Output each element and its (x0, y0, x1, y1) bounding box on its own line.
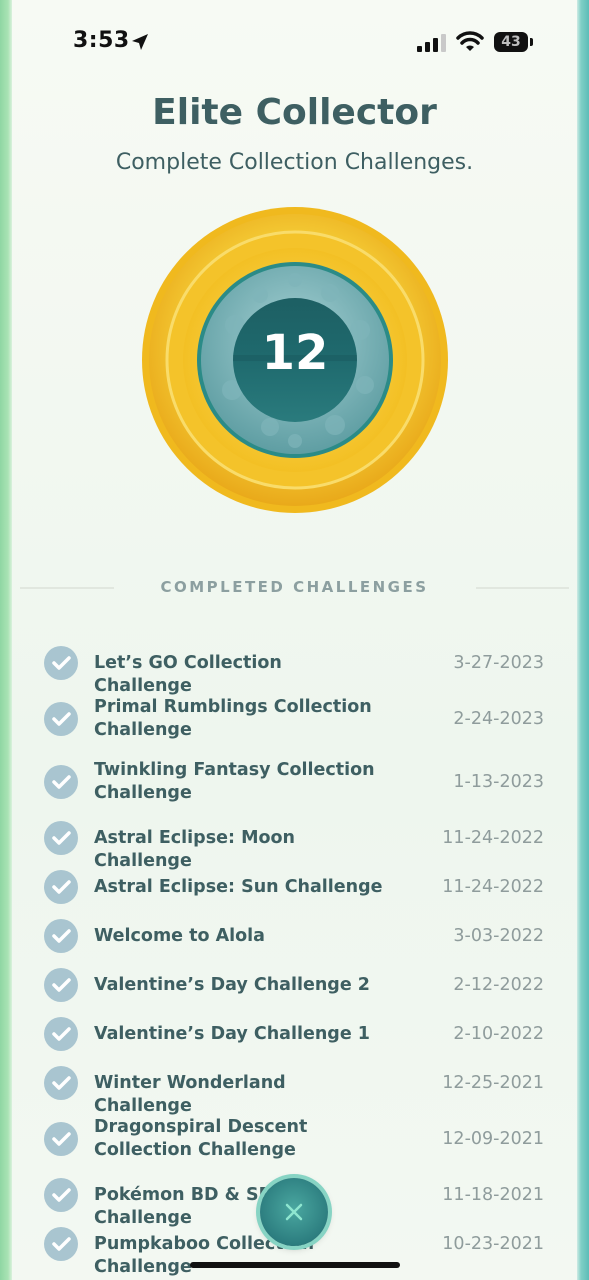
challenge-date: 1-13-2023 (453, 772, 544, 792)
battery-icon: 43 (494, 32, 528, 52)
page-title: Elite Collector (152, 92, 437, 133)
challenge-date: 12-25-2021 (442, 1073, 544, 1093)
challenge-name: Valentine’s Day Challenge 1 (94, 1024, 370, 1044)
check-icon (44, 1178, 78, 1212)
challenge-name: Valentine’s Day Challenge 2 (94, 975, 370, 995)
cellular-signal-icon (417, 34, 446, 52)
challenge-date: 2-10-2022 (453, 1024, 544, 1044)
close-icon (285, 1203, 303, 1221)
challenge-date: 3-27-2023 (453, 653, 544, 673)
challenge-name: Dragonspiral Descent Collection Challeng… (94, 1117, 308, 1160)
challenge-date: 11-24-2022 (442, 877, 544, 897)
challenge-date: 12-09-2021 (442, 1129, 544, 1149)
challenge-name: Pokémon BD & SP Ex Challenge (94, 1185, 301, 1228)
challenge-name: Astral Eclipse: Moon Challenge (94, 828, 296, 871)
check-icon (44, 1066, 78, 1100)
challenge-date: 2-12-2022 (453, 975, 544, 995)
section-title: COMPLETED CHALLENGES (160, 578, 429, 596)
challenge-date: 10-23-2021 (442, 1234, 544, 1254)
close-button[interactable] (260, 1178, 328, 1246)
check-icon (44, 1227, 78, 1261)
check-icon (44, 968, 78, 1002)
check-icon (44, 870, 78, 904)
location-arrow-icon (132, 34, 148, 50)
check-icon (44, 1122, 78, 1156)
check-icon (44, 1017, 78, 1051)
wifi-icon (456, 31, 484, 51)
check-icon (44, 702, 78, 736)
challenge-date: 11-24-2022 (442, 828, 544, 848)
challenge-name: Welcome to Alola (94, 926, 265, 946)
check-icon (44, 919, 78, 953)
page-subtitle: Complete Collection Challenges. (115, 150, 474, 175)
challenge-name: Winter Wonderland Challenge (94, 1073, 286, 1116)
collection-count: 12 (261, 325, 329, 381)
challenge-name: Primal Rumblings Collection Challenge (94, 697, 372, 740)
check-icon (44, 765, 78, 799)
challenge-name: Let’s GO Collection Challenge (94, 653, 282, 696)
challenge-name: Twinkling Fantasy Collection Challenge (94, 760, 375, 803)
status-time: 3:53 (73, 28, 130, 53)
battery-nub (530, 38, 533, 46)
challenge-date: 2-24-2023 (453, 709, 544, 729)
challenge-date: 11-18-2021 (442, 1185, 544, 1205)
check-icon (44, 821, 78, 855)
challenge-name: Astral Eclipse: Sun Challenge (94, 877, 383, 897)
challenge-date: 3-03-2022 (453, 926, 544, 946)
challenge-name: Pumpkaboo Collection Challenge (94, 1234, 315, 1277)
home-indicator[interactable] (190, 1262, 400, 1268)
status-bar: 3:53 43 (0, 0, 589, 88)
check-icon (44, 646, 78, 680)
